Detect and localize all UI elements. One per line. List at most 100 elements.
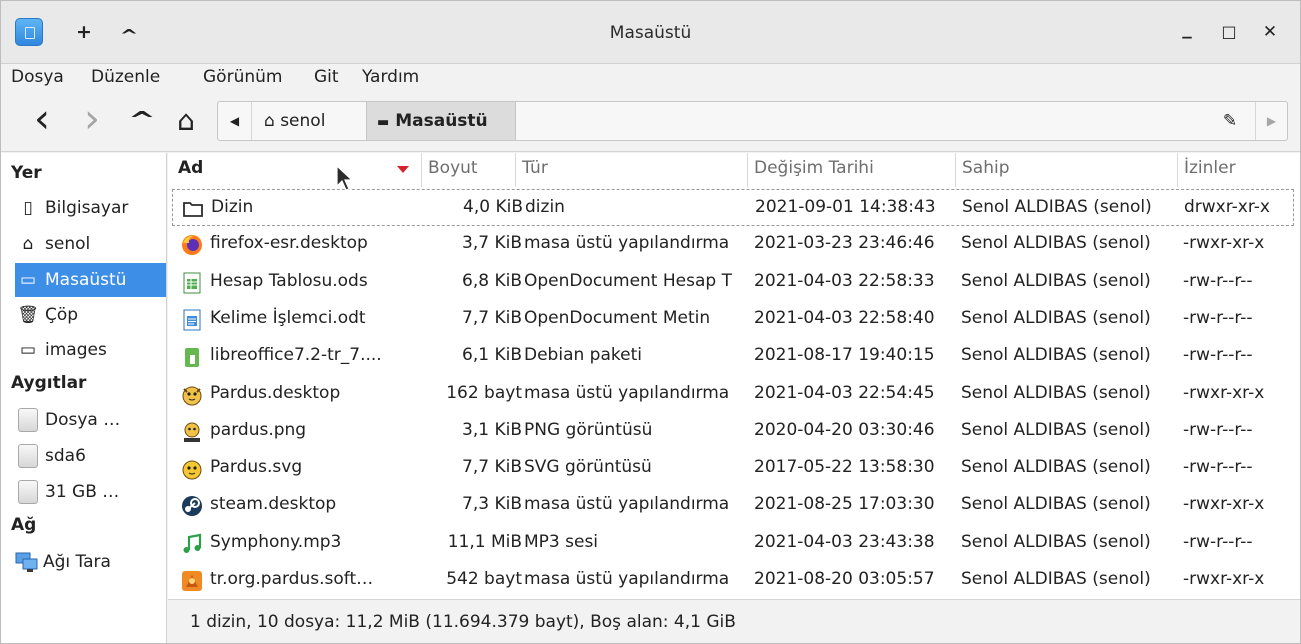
table-row[interactable]: Kelime İşlemci.odt 7,7 KiB OpenDocument Me… xyxy=(172,301,1294,338)
up-icon: ^ xyxy=(128,108,156,133)
forward-icon: › xyxy=(84,96,100,142)
table-row[interactable]: firefox-esr.desktop 3,7 KiB masa üstü yapı… xyxy=(172,226,1294,263)
column-header-permissions[interactable]: İzinler xyxy=(1178,153,1300,187)
file-name: Kelime İşlemci.odt xyxy=(210,307,366,328)
file-name: libreoffice7.2-tr_7.... xyxy=(210,345,382,366)
file-name: steam.desktop xyxy=(210,494,337,515)
table-row[interactable]: Dizin 4,0 KiB dizin 2021-09-01 14:38:43 Seno… xyxy=(172,189,1294,226)
file-name: Pardus.desktop xyxy=(210,382,341,403)
file-owner: Senol ALDIBAS (senol) xyxy=(961,270,1151,291)
breadcrumb-label: senol xyxy=(280,111,326,131)
home-icon: ⌂ xyxy=(264,111,275,131)
maximize-button[interactable]: □ xyxy=(1216,18,1242,46)
folder-icon xyxy=(181,197,205,221)
sidebar-item-device-3[interactable]: 31 GB … xyxy=(15,475,167,509)
sidebar-item-label: Bilgisayar xyxy=(45,198,129,218)
folder-icon: ▬ xyxy=(377,115,390,130)
column-header-modified[interactable]: Değişim Tarihi xyxy=(748,153,956,187)
column-header-owner[interactable]: Sahip xyxy=(956,153,1178,187)
pardus-image-icon xyxy=(178,413,208,450)
sidebar-item-device-2[interactable]: sda6 xyxy=(15,439,167,473)
file-manager-window: + ^ Masaüstü _ □ ✕ Dosya Düzenle Görünüm… xyxy=(0,0,1301,644)
music-icon xyxy=(180,532,204,556)
file-type: dizin xyxy=(525,197,565,217)
file-permissions: -rw-r--r-- xyxy=(1183,531,1253,552)
pardus-svg-icon xyxy=(178,450,208,487)
sidebar-item-label: sda6 xyxy=(45,446,86,466)
table-row[interactable]: Pardus.desktop 162 bayt masa üstü yapıland… xyxy=(172,376,1294,413)
table-row[interactable]: pardus.png 3,1 KiB PNG görüntüsü 2020-04-20… xyxy=(172,413,1294,450)
file-modified-date: 2021-08-17 19:40:15 xyxy=(754,345,935,366)
table-row[interactable]: Hesap Tablosu.ods 6,8 KiB OpenDocument Hes… xyxy=(172,264,1294,301)
file-owner: Senol ALDIBAS (senol) xyxy=(961,457,1151,478)
back-button[interactable]: ‹ xyxy=(27,99,57,139)
file-name: Dizin xyxy=(211,197,254,217)
minimize-button[interactable]: _ xyxy=(1174,14,1200,42)
sidebar-item-images[interactable]: ▭ images xyxy=(15,333,167,367)
edit-path-button[interactable]: ✎ xyxy=(1215,102,1245,140)
sidebar-item-label: Ağı Tara xyxy=(43,552,111,572)
table-row[interactable]: Pardus.svg 7,7 KiB SVG görüntüsü 2017-05-22… xyxy=(172,450,1294,487)
column-header-label: Ad xyxy=(178,158,204,178)
file-size: 4,0 KiB xyxy=(463,197,523,217)
file-modified-date: 2017-05-22 13:58:30 xyxy=(754,457,935,478)
column-header-name[interactable]: Ad xyxy=(172,153,422,187)
up-button[interactable]: ^ xyxy=(120,104,165,138)
menu-help[interactable]: Yardım xyxy=(362,67,419,87)
sidebar-item-label: 31 GB … xyxy=(45,482,120,502)
file-type: OpenDocument Hesap T xyxy=(524,270,732,291)
sidebar-item-home[interactable]: ⌂ senol xyxy=(15,227,167,261)
file-type: SVG görüntüsü xyxy=(524,457,652,478)
file-owner: Senol ALDIBAS (senol) xyxy=(961,494,1151,515)
home-button[interactable]: ⌂ xyxy=(171,104,201,138)
computer-icon: ▯ xyxy=(23,198,33,218)
column-header-type[interactable]: Tür xyxy=(516,153,748,187)
sidebar-item-device-1[interactable]: Dosya … xyxy=(15,403,167,437)
menu-file[interactable]: Dosya xyxy=(11,67,64,87)
column-header-label: Boyut xyxy=(428,158,478,178)
file-type: masa üstü yapılandırma xyxy=(524,569,730,589)
file-modified-date: 2021-04-03 22:58:33 xyxy=(754,270,935,291)
path-scroll-right-button[interactable]: ▶ xyxy=(1255,102,1287,140)
menu-go[interactable]: Git xyxy=(314,67,339,87)
menu-bar: Dosya Düzenle Görünüm Git Yardım xyxy=(1,64,1300,94)
table-row[interactable]: steam.desktop 7,3 KiB masa üstü yapılandır… xyxy=(172,487,1294,524)
sidebar-item-network-scan[interactable]: Ağı Tara xyxy=(15,545,167,579)
file-permissions: -rw-r--r-- xyxy=(1183,457,1253,478)
breadcrumb-senol[interactable]: ⌂ senol xyxy=(254,102,366,140)
sidebar-item-trash[interactable]: 🗑 Çöp xyxy=(15,298,167,332)
firefox-icon xyxy=(178,226,208,263)
file-permissions: drwxr-xr-x xyxy=(1184,197,1270,217)
file-modified-date: 2021-04-03 23:43:38 xyxy=(754,531,935,552)
file-owner: Senol ALDIBAS (senol) xyxy=(961,419,1151,440)
path-scroll-left-button[interactable]: ◀ xyxy=(218,102,252,140)
pardus-icon xyxy=(180,383,204,407)
table-row[interactable]: tr.org.pardus.soft… 542 bayt masa üstü yap… xyxy=(172,562,1294,599)
sidebar-item-computer[interactable]: ▯ Bilgisayar xyxy=(15,191,167,225)
title-bar[interactable]: + ^ Masaüstü _ □ ✕ xyxy=(1,1,1300,64)
sidebar-item-desktop[interactable]: ▭ Masaüstü xyxy=(15,263,166,297)
pardus-image-icon xyxy=(180,420,204,444)
file-name: Symphony.mp3 xyxy=(210,531,342,552)
side-pane: Yer ▯ Bilgisayar ⌂ senol ▭ Masaüstü 🗑 Çöp ▭ i… xyxy=(1,153,167,643)
file-permissions: -rw-r--r-- xyxy=(1183,419,1253,440)
steam-icon xyxy=(180,494,204,518)
toolbar: ‹ › ^ ⌂ ◀ ⌂ senol ▬ Masaüstü ✎ ▶ xyxy=(1,94,1300,152)
document-icon xyxy=(180,308,204,332)
breadcrumb-masaustu[interactable]: ▬ Masaüstü xyxy=(366,102,516,140)
column-header-size[interactable]: Boyut xyxy=(422,153,516,187)
table-row[interactable]: libreoffice7.2-tr_7.... 6,1 KiB Debian pak… xyxy=(172,338,1294,375)
menu-view[interactable]: Görünüm xyxy=(203,67,282,87)
table-row[interactable]: Symphony.mp3 11,1 MiB MP3 sesi 2021-04-03 2… xyxy=(172,525,1294,562)
menu-edit[interactable]: Düzenle xyxy=(91,67,160,87)
close-button[interactable]: ✕ xyxy=(1257,18,1283,46)
forward-button[interactable]: › xyxy=(77,99,107,139)
file-size: 11,1 MiB xyxy=(447,531,522,552)
file-size: 7,7 KiB xyxy=(462,457,522,478)
sort-descending-icon xyxy=(397,166,409,173)
file-permissions: -rwxr-xr-x xyxy=(1183,494,1265,515)
file-size: 542 bayt xyxy=(446,569,522,589)
column-header-label: İzinler xyxy=(1184,158,1236,178)
file-permissions: -rw-r--r-- xyxy=(1183,307,1253,328)
drive-icon xyxy=(18,408,38,432)
